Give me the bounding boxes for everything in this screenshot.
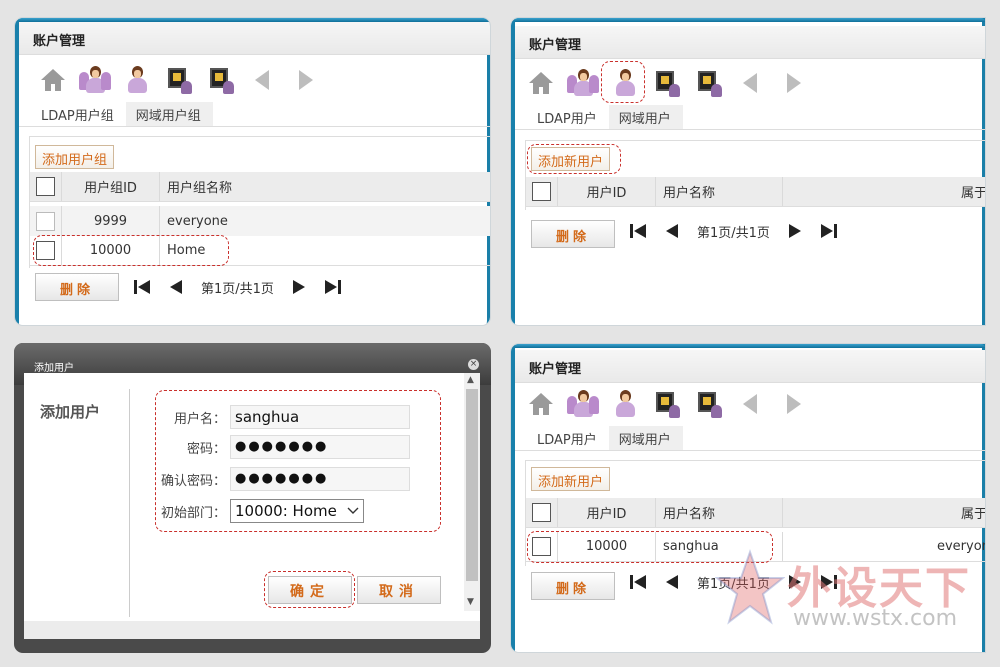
first-page-icon[interactable] <box>133 279 151 295</box>
toolbar <box>525 389 819 419</box>
panel-title: 账户管理 <box>515 26 985 59</box>
group-id-cell: 9999 <box>62 206 160 236</box>
add-user-group-button[interactable]: 添加用户组 <box>35 145 115 169</box>
column-header-user-name: 用户名称 <box>656 177 783 206</box>
ldap-group-icon[interactable] <box>651 68 683 98</box>
domain-group-icon[interactable] <box>693 68 725 98</box>
first-page-icon[interactable] <box>629 223 647 239</box>
forward-arrow-icon[interactable] <box>777 68 809 98</box>
table-row[interactable]: 9999 everyone <box>30 206 490 236</box>
tab-bar: LDAP用户 网域用户 <box>515 105 985 130</box>
toolbar <box>37 65 331 95</box>
toolbar <box>525 68 819 98</box>
back-arrow-icon[interactable] <box>247 65 279 95</box>
back-arrow-icon[interactable] <box>735 389 767 419</box>
panel-title: 账户管理 <box>515 350 985 383</box>
row-checkbox[interactable] <box>36 211 55 231</box>
last-page-icon[interactable] <box>820 223 838 239</box>
select-all-checkbox[interactable] <box>532 503 551 522</box>
page-indicator: 第1页/共1页 <box>201 281 274 297</box>
delete-button[interactable]: 删除 <box>35 273 119 301</box>
next-page-icon[interactable] <box>788 223 802 239</box>
column-header-user-name: 用户名称 <box>656 498 783 527</box>
highlight-new-group-row <box>33 235 229 266</box>
back-arrow-icon[interactable] <box>735 68 767 98</box>
dialog-heading: 添加用户 <box>40 403 101 421</box>
scrollbar[interactable]: ▲ ▼ <box>464 373 480 611</box>
home-icon[interactable] <box>37 65 69 95</box>
star-logo-icon <box>715 548 785 625</box>
page-indicator: 第1页/共1页 <box>697 225 770 241</box>
prev-page-icon[interactable] <box>665 223 679 239</box>
highlight-form-fields <box>155 390 441 532</box>
watermark-url: www.wstx.com <box>793 606 958 631</box>
select-all-checkbox[interactable] <box>532 182 551 201</box>
delete-button[interactable]: 删除 <box>531 220 615 248</box>
dialog-footer <box>24 621 480 639</box>
table-header: 用户ID 用户名称 属于 <box>526 498 986 528</box>
table-header: 用户组ID 用户组名称 <box>30 172 490 202</box>
forward-arrow-icon[interactable] <box>777 389 809 419</box>
highlight-confirm-button <box>264 571 355 608</box>
tab-domain-user[interactable]: 网域用户 <box>608 426 683 450</box>
forward-arrow-icon[interactable] <box>289 65 321 95</box>
prev-page-icon[interactable] <box>665 574 679 590</box>
add-user-dialog: 添加用户 × 添加用户 用户名： sanghua 密码： ●●●●●●● 确认密… <box>14 343 491 653</box>
scrollbar-thumb[interactable] <box>466 389 478 581</box>
panel-title: 账户管理 <box>19 22 490 55</box>
column-header-belongs: 属于 <box>960 507 986 522</box>
tab-domain-user[interactable]: 网域用户 <box>608 105 683 129</box>
ldap-group-icon[interactable] <box>651 389 683 419</box>
home-icon[interactable] <box>525 68 557 98</box>
user-group-panel: 账户管理 LDAP用户组 网域用户组 添加用户组 用户组ID 用户组名称 999… <box>14 17 491 326</box>
watermark: 外设天下 www.wstx.com <box>715 548 985 638</box>
tab-bar: LDAP用户 网域用户 <box>515 426 985 451</box>
tab-ldap-user[interactable]: LDAP用户 <box>527 105 609 129</box>
home-icon[interactable] <box>525 389 557 419</box>
select-all-checkbox[interactable] <box>36 177 55 196</box>
user-icon[interactable] <box>609 389 641 419</box>
pagination: 第1页/共1页 <box>133 273 360 301</box>
tab-domain-user-group[interactable]: 网域用户组 <box>125 102 213 126</box>
last-page-icon[interactable] <box>324 279 342 295</box>
domain-group-icon[interactable] <box>693 389 725 419</box>
add-new-user-button[interactable]: 添加新用户 <box>531 467 611 491</box>
prev-page-icon[interactable] <box>169 279 183 295</box>
column-header-group-id: 用户组ID <box>62 172 160 201</box>
column-header-group-name: 用户组名称 <box>167 181 233 196</box>
divider <box>129 389 130 617</box>
user-icon[interactable] <box>121 65 153 95</box>
pagination: 第1页/共1页 <box>629 217 856 245</box>
user-group-icon[interactable] <box>567 389 599 419</box>
column-header-user-id: 用户ID <box>558 498 656 527</box>
group-name-cell: everyone <box>167 213 228 229</box>
user-panel: 账户管理 LDAP用户 网域用户 添加新用户 用户ID 用户名称 属于 删除 第… <box>510 17 986 326</box>
column-header-belongs: 属于 <box>960 186 986 201</box>
cancel-button[interactable]: 取消 <box>357 576 441 604</box>
user-group-icon[interactable] <box>567 68 599 98</box>
tab-ldap-user-group[interactable]: LDAP用户组 <box>31 102 126 126</box>
first-page-icon[interactable] <box>629 574 647 590</box>
ldap-group-icon[interactable] <box>163 65 195 95</box>
tab-bar: LDAP用户组 网域用户组 <box>19 102 490 127</box>
tab-ldap-user[interactable]: LDAP用户 <box>527 426 609 450</box>
next-page-icon[interactable] <box>292 279 306 295</box>
highlight-user-icon <box>601 61 645 103</box>
dialog-body: 添加用户 用户名： sanghua 密码： ●●●●●●● 确认密码： ●●●●… <box>24 373 480 639</box>
domain-group-icon[interactable] <box>205 65 237 95</box>
column-header-user-id: 用户ID <box>558 177 656 206</box>
scroll-down-icon[interactable]: ▼ <box>467 597 474 607</box>
delete-button[interactable]: 删除 <box>531 572 615 600</box>
close-icon[interactable]: × <box>468 359 479 370</box>
highlight-add-user-button <box>527 144 621 174</box>
scroll-up-icon[interactable]: ▲ <box>467 375 474 385</box>
table-header: 用户ID 用户名称 属于 <box>526 177 986 207</box>
user-group-icon[interactable] <box>79 65 111 95</box>
